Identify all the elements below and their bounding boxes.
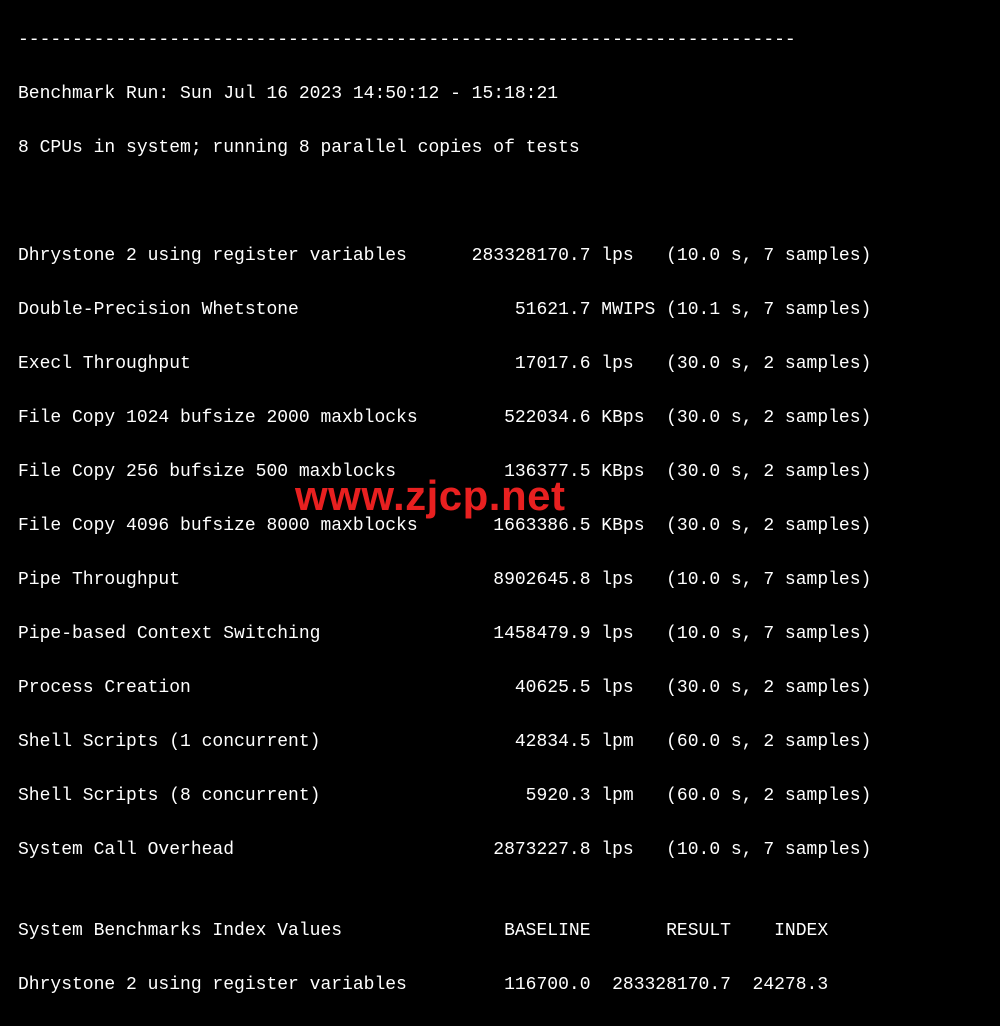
watermark-text: www.zjcp.net — [295, 482, 565, 509]
result-row: Pipe-based Context Switching 1458479.9 l… — [18, 621, 982, 648]
index-row: Dhrystone 2 using register variables 116… — [18, 972, 982, 999]
result-row: File Copy 4096 bufsize 8000 maxblocks 16… — [18, 513, 982, 540]
result-row: Shell Scripts (1 concurrent) 42834.5 lpm… — [18, 729, 982, 756]
result-row: Pipe Throughput 8902645.8 lps (10.0 s, 7… — [18, 567, 982, 594]
rule-line: ----------------------------------------… — [18, 27, 982, 54]
terminal-output: ----------------------------------------… — [0, 0, 1000, 1026]
index-header: System Benchmarks Index Values BASELINE … — [18, 918, 982, 945]
result-row: File Copy 1024 bufsize 2000 maxblocks 52… — [18, 405, 982, 432]
result-row: Dhrystone 2 using register variables 283… — [18, 243, 982, 270]
result-row: System Call Overhead 2873227.8 lps (10.0… — [18, 837, 982, 864]
benchmark-run-line: Benchmark Run: Sun Jul 16 2023 14:50:12 … — [18, 81, 982, 108]
result-row: Execl Throughput 17017.6 lps (30.0 s, 2 … — [18, 351, 982, 378]
cpu-info-line: 8 CPUs in system; running 8 parallel cop… — [18, 135, 982, 162]
result-row: Shell Scripts (8 concurrent) 5920.3 lpm … — [18, 783, 982, 810]
result-row: Process Creation 40625.5 lps (30.0 s, 2 … — [18, 675, 982, 702]
result-row: File Copy 256 bufsize 500 maxblocks 1363… — [18, 459, 982, 486]
result-row: Double-Precision Whetstone 51621.7 MWIPS… — [18, 297, 982, 324]
